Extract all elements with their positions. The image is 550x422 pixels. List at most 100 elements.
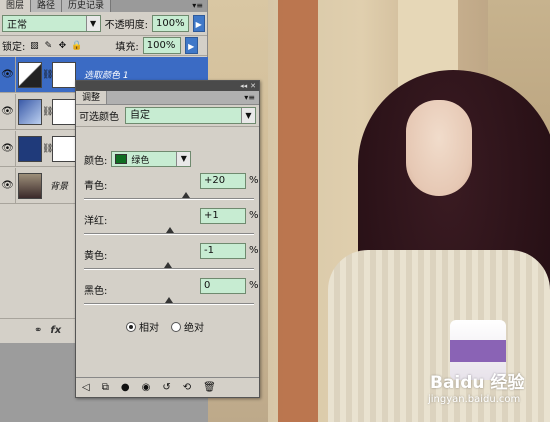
mask-thumbnail [52, 61, 76, 88]
slider-value-field[interactable]: +20 [200, 173, 246, 189]
panel-menu-icon[interactable]: ▾≡ [244, 91, 259, 104]
adjustment-header: 可选颜色 自定 ▼ [76, 105, 259, 127]
radio-relative-label: 相对 [139, 323, 159, 334]
preset-value: 自定 [130, 110, 150, 121]
watermark-brand: Baidu 经验 [430, 373, 525, 393]
radio-absolute[interactable]: 绝对 [171, 319, 204, 334]
slider-track[interactable] [84, 198, 254, 200]
chevron-down-icon: ▼ [176, 152, 191, 166]
tab-layers[interactable]: 图层 [0, 0, 32, 12]
slider-track[interactable] [84, 268, 254, 270]
layer-name: 背景 [50, 182, 69, 192]
background-column [278, 0, 318, 422]
lock-move-icon[interactable]: ✥ [57, 41, 67, 51]
blend-row: 正常 ▼ 不透明度: 100% ▶ [0, 12, 207, 36]
color-select[interactable]: 绿色 ▼ [111, 151, 192, 167]
eye-icon[interactable]: 👁 [0, 57, 16, 92]
watermark-url: jingyan.baidu.com [428, 394, 521, 405]
lock-icons: ▨ ✎ ✥ 🔒 [29, 41, 82, 51]
lock-transparency-icon[interactable]: ▨ [29, 41, 39, 51]
tab-adjustments[interactable]: 调整 [76, 91, 108, 104]
color-label: 颜色: [84, 155, 108, 167]
eye-icon[interactable]: 👁 [0, 131, 16, 166]
opacity-arrow-icon[interactable]: ▶ [192, 15, 205, 32]
slider-knob[interactable] [182, 192, 190, 198]
tab-paths[interactable]: 路径 [31, 0, 63, 12]
blend-mode-select[interactable]: 正常 ▼ [2, 15, 101, 32]
slider-track[interactable] [84, 303, 254, 305]
layers-tabbar: 图层 路径 历史记录 ▾≡ [0, 0, 207, 12]
slider-black: 黑色: 0 % [84, 278, 259, 312]
visibility-icon[interactable]: ◉ [142, 382, 151, 393]
slider-knob[interactable] [165, 227, 174, 233]
slider-label: 洋红: [84, 216, 108, 227]
fx-icon[interactable]: fx [50, 325, 61, 336]
slider-knob[interactable] [165, 297, 173, 303]
slider-label: 青色: [84, 181, 108, 192]
previous-state-icon[interactable]: ↺ [162, 382, 170, 393]
percent-sign: % [249, 210, 259, 221]
adjustments-titlebar[interactable]: ◂◂ ✕ [76, 81, 259, 91]
trash-icon[interactable]: 🗑 [203, 382, 216, 393]
lock-paint-icon[interactable]: ✎ [43, 41, 53, 51]
gradient-thumbnail [18, 98, 42, 125]
chevron-down-icon: ▼ [85, 16, 100, 31]
eye-icon[interactable]: 👁 [0, 168, 16, 203]
fill-arrow-icon[interactable]: ▶ [184, 37, 198, 54]
opacity-field[interactable]: 100% [151, 15, 189, 32]
preset-select[interactable]: 自定 ▼ [125, 107, 256, 124]
tab-history[interactable]: 历史记录 [62, 0, 112, 12]
slider-magenta: 洋红: +1 % [84, 208, 259, 242]
slider-cyan: 青色: +20 % [84, 173, 259, 207]
opacity-label: 不透明度: [104, 20, 148, 31]
fill-label: 填充: [115, 42, 139, 53]
radio-relative[interactable]: 相对 [126, 319, 159, 334]
face-shape [406, 100, 472, 196]
adjustment-title: 可选颜色 [79, 112, 119, 123]
clip-layer-icon[interactable]: ● [121, 382, 130, 393]
radio-dot-icon [171, 321, 181, 332]
percent-sign: % [249, 280, 259, 291]
chain-icon: ⛓ [42, 69, 54, 80]
lock-all-icon[interactable]: 🔒 [71, 41, 82, 51]
method-radios: 相对 绝对 [126, 319, 204, 334]
blend-mode-value: 正常 [7, 20, 27, 31]
chain-icon: ⛓ [42, 106, 54, 117]
adjustments-toolbar: ◁ ⧉ ● ◉ ↺ ⟲ 🗑 [76, 377, 259, 397]
lock-row: 锁定: ▨ ✎ ✥ 🔒 填充: 100% ▶ [0, 36, 207, 56]
back-arrow-icon[interactable]: ◁ [82, 382, 90, 393]
lock-label: 锁定: [2, 42, 26, 53]
collapse-icon[interactable]: ◂◂ [240, 82, 247, 90]
slider-value-field[interactable]: +1 [200, 208, 246, 224]
radio-dot-icon [126, 321, 136, 332]
chevron-down-icon: ▼ [241, 108, 255, 123]
color-row: 颜色: 绿色 ▼ [84, 151, 192, 167]
fill-thumbnail [18, 135, 42, 162]
slider-yellow: 黄色: -1 % [84, 243, 259, 277]
slider-value-field[interactable]: -1 [200, 243, 246, 259]
adjustments-tabbar: 调整 ▾≡ [76, 91, 259, 105]
fill-field[interactable]: 100% [142, 37, 181, 54]
expand-view-icon[interactable]: ⧉ [102, 382, 109, 393]
mask-thumbnail [52, 135, 76, 162]
chain-icon: ⛓ [42, 143, 54, 154]
link-icon[interactable]: ⚭ [34, 325, 42, 336]
percent-sign: % [249, 245, 259, 256]
slider-knob[interactable] [164, 262, 173, 268]
slider-label: 黄色: [84, 251, 108, 262]
adjustment-thumbnail [18, 61, 42, 88]
percent-sign: % [249, 175, 259, 186]
adjustments-panel: ◂◂ ✕ 调整 ▾≡ 可选颜色 自定 ▼ 颜色: 绿色 ▼ 青色: +20 % … [75, 80, 260, 398]
radio-absolute-label: 绝对 [184, 323, 204, 334]
eye-icon[interactable]: 👁 [0, 94, 16, 129]
slider-value-field[interactable]: 0 [200, 278, 246, 294]
cup-band [450, 340, 506, 362]
slider-label: 黑色: [84, 286, 108, 297]
color-swatch [115, 154, 128, 164]
close-icon[interactable]: ✕ [250, 82, 256, 90]
color-value: 绿色 [131, 155, 150, 166]
slider-track[interactable] [84, 233, 254, 235]
panel-menu-icon[interactable]: ▾≡ [192, 0, 207, 12]
reset-icon[interactable]: ⟲ [183, 382, 191, 393]
mask-thumbnail [52, 98, 76, 125]
